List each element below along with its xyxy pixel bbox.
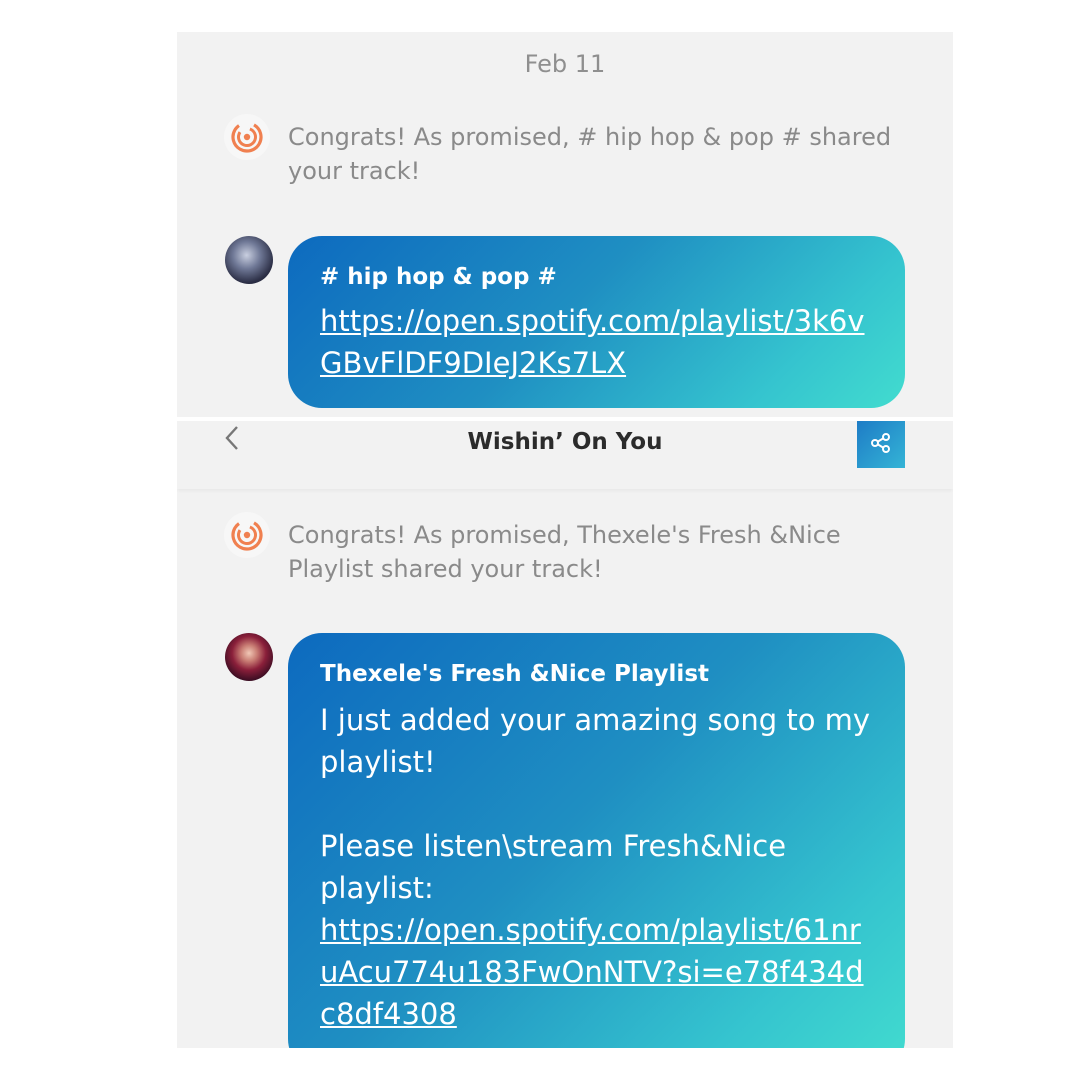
message-sender: Thexele's Fresh &Nice Playlist bbox=[320, 661, 710, 687]
system-message: Congrats! As promised, # hip hop & pop #… bbox=[288, 123, 892, 185]
avatar[interactable] bbox=[225, 236, 273, 284]
share-button[interactable] bbox=[857, 421, 905, 468]
system-message: Congrats! As promised, Thexele's Fresh &… bbox=[288, 521, 841, 583]
chat-panel-bottom: Wishin’ On You Congrats! As promised, Th… bbox=[177, 421, 953, 1048]
playlist-link[interactable]: https://open.spotify.com/playlist/3k6vGB… bbox=[320, 300, 873, 384]
chat-header: Wishin’ On You bbox=[177, 421, 953, 489]
share-icon bbox=[870, 432, 892, 458]
message-text: I just added your amazing song to my pla… bbox=[320, 703, 871, 905]
chat-panel-top: Feb 11 Congrats! As promised, # hip hop … bbox=[177, 32, 953, 417]
date-separator: Feb 11 bbox=[524, 50, 606, 78]
message-sender: # hip hop & pop # bbox=[320, 264, 557, 290]
target-icon bbox=[224, 114, 270, 160]
page-title: Wishin’ On You bbox=[467, 429, 663, 455]
target-icon bbox=[224, 512, 270, 558]
message-bubble: # hip hop & pop # https://open.spotify.c… bbox=[288, 236, 905, 408]
message-bubble: Thexele's Fresh &Nice Playlist I just ad… bbox=[288, 633, 905, 1048]
avatar[interactable] bbox=[225, 633, 273, 681]
playlist-link[interactable]: https://open.spotify.com/playlist/61nruA… bbox=[320, 909, 873, 1035]
